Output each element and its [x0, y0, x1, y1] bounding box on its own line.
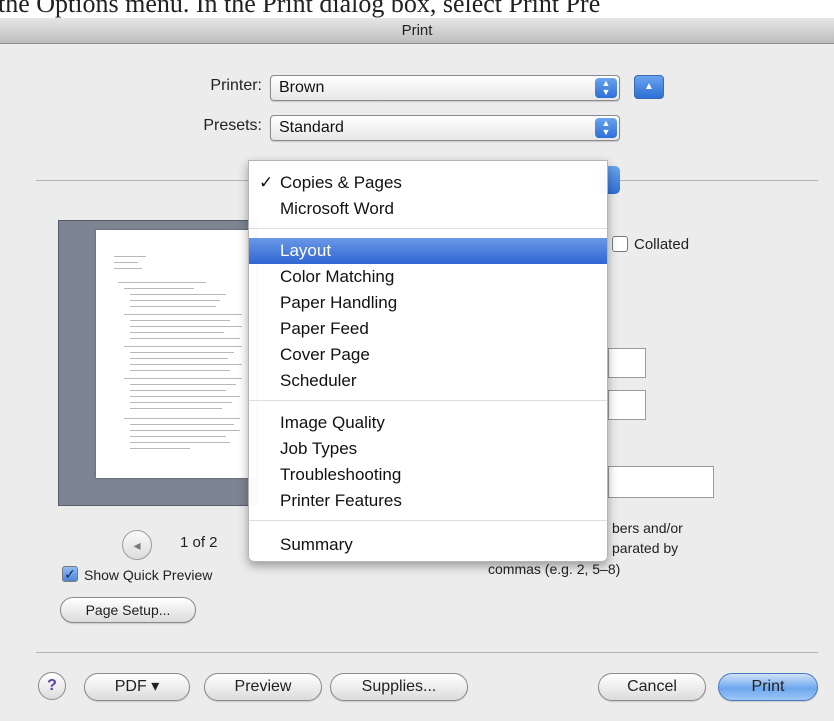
help-button[interactable]: ? [38, 672, 66, 700]
page-range-field[interactable] [608, 466, 714, 498]
menu-item-label: Paper Handling [280, 293, 398, 312]
page-setup-button[interactable]: Page Setup... [60, 597, 196, 623]
menu-item-printer-features[interactable]: Printer Features [249, 488, 607, 514]
document-background-text: the Options menu. In the Print dialog bo… [0, 0, 834, 18]
separator [36, 652, 818, 653]
menu-item-copies-pages[interactable]: ✓ Copies & Pages [249, 170, 607, 196]
preview-button[interactable]: Preview [204, 673, 322, 701]
menu-item-paper-handling[interactable]: Paper Handling [249, 290, 607, 316]
menu-separator [249, 520, 607, 521]
menu-item-label: Color Matching [280, 267, 395, 286]
document-text: the Options menu. In the Print dialog bo… [0, 0, 601, 18]
presets-label: Presets: [203, 117, 262, 134]
menu-item-label: Paper Feed [280, 319, 369, 338]
previous-page-button[interactable]: ◂ [122, 530, 152, 560]
to-page-field[interactable] [608, 390, 646, 420]
menu-item-label: Cover Page [280, 345, 370, 364]
help-icon: ? [47, 677, 57, 694]
show-quick-preview-checkbox[interactable]: ✓ [62, 566, 78, 582]
pdf-menu-button[interactable]: PDF ▾ [84, 673, 190, 701]
menu-item-paper-feed[interactable]: Paper Feed [249, 316, 607, 342]
supplies-button[interactable]: Supplies... [330, 673, 468, 701]
show-quick-preview-label: Show Quick Preview [84, 567, 213, 583]
menu-item-label: Image Quality [280, 413, 385, 432]
menu-item-label: Summary [280, 535, 353, 554]
page-range-hint-fragment: bers and/or [612, 520, 683, 536]
menu-item-label: Copies & Pages [280, 173, 402, 192]
menu-item-label: Troubleshooting [280, 465, 402, 484]
page-range-hint: commas (e.g. 2, 5–8) [488, 561, 621, 577]
separator [36, 180, 248, 181]
panel-select-menu[interactable]: ✓ Copies & Pages Microsoft Word Layout C… [248, 160, 608, 562]
menu-item-label: Printer Features [280, 491, 402, 510]
menu-item-label: Scheduler [280, 371, 357, 390]
menu-item-color-matching[interactable]: Color Matching [249, 264, 607, 290]
page-range-hint-fragment: parated by [612, 540, 679, 556]
menu-item-job-types[interactable]: Job Types [249, 436, 607, 462]
from-page-field[interactable] [608, 348, 646, 378]
page-indicator: 1 of 2 [180, 534, 218, 551]
checkmark-icon: ✓ [64, 566, 76, 582]
checkmark-icon: ✓ [259, 173, 274, 192]
printer-select[interactable]: Brown ▲ ▼ [270, 75, 620, 101]
print-button[interactable]: Print [718, 673, 818, 701]
menu-item-label: Job Types [280, 439, 358, 458]
menu-item-image-quality[interactable]: Image Quality [249, 410, 607, 436]
separator [618, 180, 818, 181]
menu-item-label: Microsoft Word [280, 199, 394, 218]
presets-value: Standard [279, 119, 344, 136]
menu-item-label: Layout [280, 241, 332, 260]
menu-item-layout[interactable]: Layout [249, 238, 607, 264]
collated-label: Collated [634, 236, 690, 253]
collated-checkbox[interactable] [612, 236, 628, 252]
menu-item-summary[interactable]: Summary [249, 532, 607, 558]
menu-item-scheduler[interactable]: Scheduler [249, 368, 607, 394]
printer-label: Printer: [210, 77, 262, 94]
menu-separator [249, 400, 607, 401]
disclosure-triangle-icon[interactable]: ▲ [634, 75, 664, 99]
arrow-left-icon: ◂ [133, 537, 141, 553]
updown-arrows-icon: ▲ ▼ [595, 78, 617, 98]
menu-item-cover-page[interactable]: Cover Page [249, 342, 607, 368]
menu-item-troubleshooting[interactable]: Troubleshooting [249, 462, 607, 488]
presets-select[interactable]: Standard ▲ ▼ [270, 115, 620, 141]
dialog-title: Print [0, 18, 834, 44]
menu-item-microsoft-word[interactable]: Microsoft Word [249, 196, 607, 222]
preview-page-thumbnail [96, 230, 256, 478]
menu-separator [249, 228, 607, 229]
cancel-button[interactable]: Cancel [598, 673, 706, 701]
printer-value: Brown [279, 79, 325, 96]
updown-arrows-icon: ▲ ▼ [595, 118, 617, 138]
